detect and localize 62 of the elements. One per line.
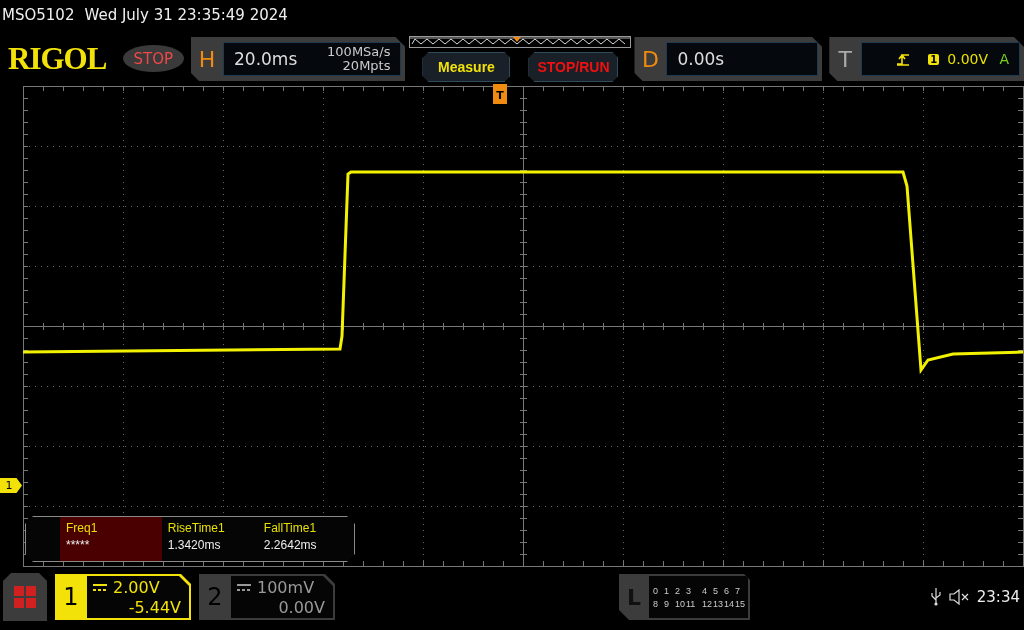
channel-offset: 0.00V <box>278 598 325 618</box>
date-time: Wed July 31 23:35:49 2024 <box>84 6 288 24</box>
horizontal-panel[interactable]: H 20.0ms 100MSa/s 20Mpts <box>191 37 406 81</box>
measurement-value: ***** <box>66 538 90 552</box>
measurement-name: RiseTime1 <box>167 521 225 535</box>
logic-channel-number: 8 <box>653 598 659 609</box>
delay-panel[interactable]: D 0.00s <box>634 37 823 81</box>
speaker-muted-icon <box>948 589 969 605</box>
usb-icon <box>930 588 941 606</box>
delay-value: 0.00s <box>677 49 725 69</box>
dc-coupling-icon <box>93 584 107 592</box>
measure-button[interactable]: Measure <box>422 52 511 82</box>
logic-channel-number: 2 <box>675 585 681 596</box>
grid-menu-icon <box>13 585 37 609</box>
stop-run-button[interactable]: STOP/RUN <box>528 52 619 82</box>
measurement-name: FallTime1 <box>263 521 317 535</box>
measurement-item[interactable]: Freq1 ***** <box>60 517 162 561</box>
logic-channel-number: 15 <box>735 598 746 609</box>
trigger-source-badge: 1 <box>928 53 940 65</box>
logic-channel-number: 3 <box>686 585 692 596</box>
logic-channel-number: 1 <box>664 585 670 596</box>
dc-coupling-icon <box>237 584 251 592</box>
logic-channel-number: 9 <box>664 598 670 609</box>
memory-depth: 20Mpts <box>342 59 391 73</box>
clock-time: 23:34 <box>976 588 1020 606</box>
logic-channel-number: 4 <box>702 585 708 596</box>
timebase-value: 20.0ms <box>234 49 298 69</box>
measurement-name: Freq1 <box>66 521 98 535</box>
channel-scale: 100mV <box>257 578 315 598</box>
trigger-label: T <box>837 46 853 72</box>
logic-channel-number: 7 <box>735 585 741 596</box>
sample-rate: 100MSa/s <box>327 45 391 59</box>
horizontal-label: H <box>197 46 217 72</box>
trigger-position-marker[interactable]: T <box>493 84 507 104</box>
channel-offset-marker[interactable]: 1 <box>0 478 22 493</box>
menu-button[interactable] <box>3 573 47 621</box>
trigger-panel[interactable]: T 1 0.00V A <box>829 37 1024 81</box>
channel-scale: 2.00V <box>113 578 160 598</box>
delay-label: D <box>641 46 660 72</box>
trigger-level: 0.00V <box>947 51 989 67</box>
logic-channel-number: 13 <box>713 598 724 609</box>
logic-channel-number: 0 <box>653 585 659 596</box>
measurement-item[interactable]: RiseTime1 1.3420ms <box>161 517 258 561</box>
channel-offset: -5.44V <box>128 598 181 618</box>
channel-number: 1 <box>62 582 80 613</box>
logic-channel-number: 14 <box>724 598 735 609</box>
logic-channel-number: 10 <box>675 598 686 609</box>
measurement-item[interactable]: FallTime1 2.2642ms <box>257 517 354 561</box>
logic-channel-number: 6 <box>724 585 730 596</box>
channel-panel[interactable]: 1 2.00V -5.44V <box>55 574 191 620</box>
logic-channel-number: 5 <box>713 585 719 596</box>
run-state-indicator: STOP <box>122 45 184 72</box>
rising-edge-icon <box>896 52 911 66</box>
logic-channel-number: 11 <box>686 598 697 609</box>
model-name: MSO5102 <box>2 6 75 24</box>
measurement-value: 1.3420ms <box>167 538 221 552</box>
measurement-value: 2.2642ms <box>263 538 317 552</box>
brand-logo: RIGOL <box>7 40 108 78</box>
channel-panel[interactable]: 2 100mV 0.00V <box>199 574 335 620</box>
channel-number: 2 <box>206 582 224 613</box>
trigger-mode: A <box>999 51 1009 67</box>
logic-channel-number: 12 <box>702 598 713 609</box>
